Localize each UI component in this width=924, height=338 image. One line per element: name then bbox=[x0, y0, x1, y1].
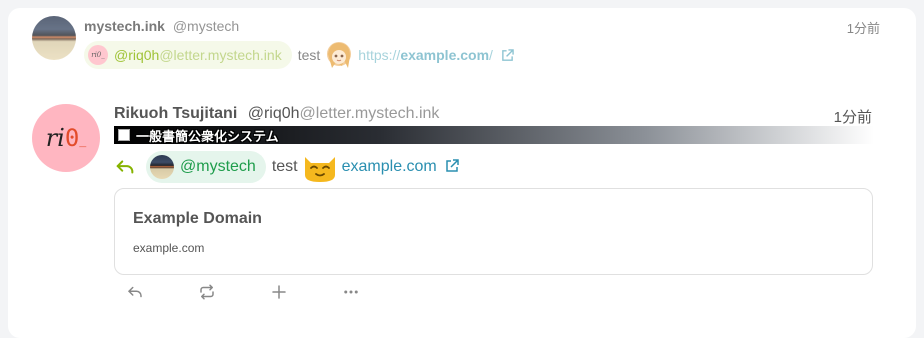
mention-avatar: ri0_ bbox=[88, 45, 108, 65]
external-link-icon bbox=[446, 159, 459, 172]
author-avatar[interactable]: ri 0 _ bbox=[32, 104, 100, 172]
parent-display-name[interactable]: mystech.ink bbox=[84, 18, 165, 34]
cat-custom-emoji bbox=[304, 157, 335, 182]
mention-user: @riq0h bbox=[114, 47, 160, 63]
note-timestamp[interactable]: 1分前 bbox=[834, 106, 872, 127]
parent-username[interactable]: @mystech bbox=[173, 18, 239, 34]
girl-custom-emoji bbox=[327, 42, 352, 68]
instance-ticker: 一般書簡公衆化システム bbox=[114, 126, 874, 144]
parent-mention[interactable]: ri0_ @riq0h @letter.mystech.ink bbox=[84, 41, 292, 69]
note-header: Rikuoh Tsujitani @riq0h@letter.mystech.i… bbox=[114, 105, 872, 127]
reply-icon bbox=[128, 286, 142, 298]
url-preview-card[interactable]: Example Domain example.com bbox=[114, 188, 873, 275]
mention-label: @mystech bbox=[180, 158, 256, 175]
more-button[interactable] bbox=[330, 280, 402, 304]
note-footer bbox=[114, 280, 402, 304]
reply-icon bbox=[116, 160, 134, 174]
parent-timestamp[interactable]: 1分前 bbox=[847, 18, 880, 37]
mention-mystech[interactable]: @mystech bbox=[146, 151, 266, 183]
reaction-button[interactable] bbox=[258, 280, 330, 304]
mention-avatar bbox=[150, 155, 174, 179]
parent-note[interactable]: mystech.ink @mystech 1分前 ri0_ @riq0h @let… bbox=[32, 16, 880, 86]
renote-icon bbox=[200, 284, 214, 300]
parent-link[interactable]: https://example.com/ bbox=[358, 47, 514, 63]
parent-text-word: test bbox=[297, 47, 321, 63]
note-link[interactable]: example.com bbox=[342, 158, 460, 176]
url-preview-title: Example Domain bbox=[133, 210, 262, 227]
more-icon bbox=[344, 290, 358, 294]
url-preview-site: example.com bbox=[133, 241, 205, 255]
renote-button[interactable] bbox=[186, 280, 258, 304]
parent-avatar[interactable] bbox=[32, 16, 76, 60]
note-text-word: test bbox=[271, 158, 298, 175]
external-link-icon bbox=[501, 49, 514, 61]
parent-note-header: mystech.ink @mystech 1分前 bbox=[84, 18, 880, 36]
author-display-name[interactable]: Rikuoh Tsujitani bbox=[114, 105, 237, 122]
note-text: @mystech test example.com bbox=[114, 150, 459, 184]
parent-note-text: ri0_ @riq0h @letter.mystech.ink test http… bbox=[84, 40, 514, 70]
reply-button[interactable] bbox=[114, 280, 186, 304]
author-username[interactable]: @riq0h@letter.mystech.ink bbox=[248, 105, 440, 122]
mention-host: @letter.mystech.ink bbox=[159, 47, 282, 63]
plus-icon bbox=[272, 285, 286, 299]
instance-favicon-icon bbox=[118, 129, 130, 141]
instance-name: 一般書簡公衆化システム bbox=[136, 128, 279, 144]
